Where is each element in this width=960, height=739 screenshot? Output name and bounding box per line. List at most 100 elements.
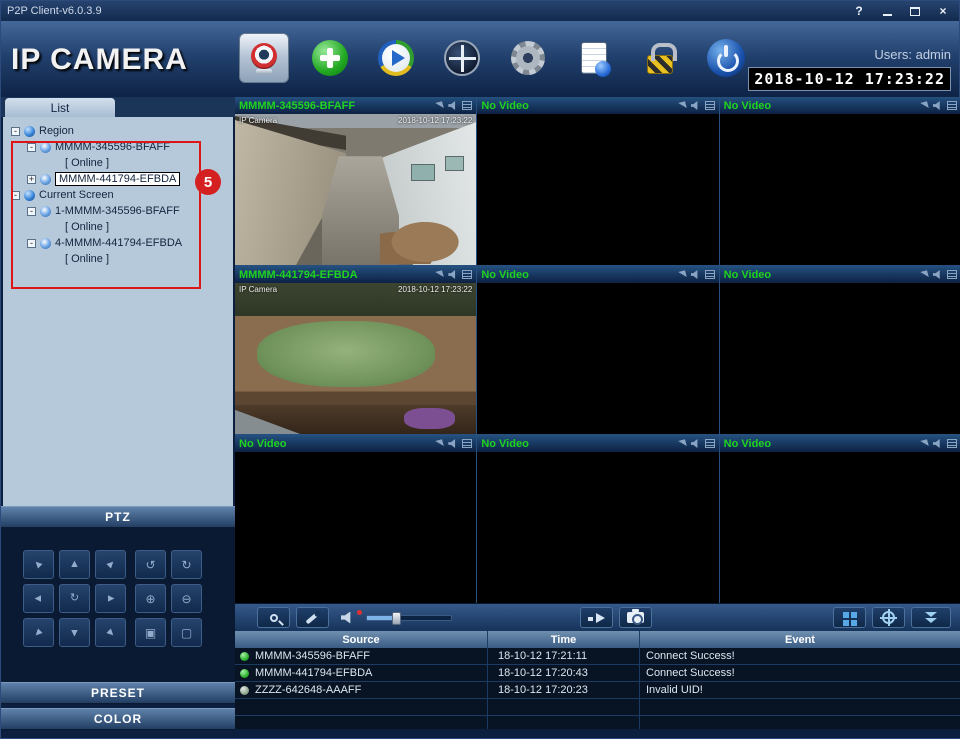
log-button[interactable] xyxy=(569,33,619,83)
close-button[interactable]: × xyxy=(933,4,953,19)
preset-section-header[interactable]: PRESET xyxy=(1,682,235,704)
ptz-right-button[interactable]: ▲ xyxy=(95,584,126,613)
zoom-out-button[interactable]: ⊖ xyxy=(171,584,202,613)
pointer-icon[interactable] xyxy=(678,270,687,279)
focus-far-button[interactable]: ▢ xyxy=(171,618,202,647)
playback-button[interactable] xyxy=(371,33,421,83)
panel-icon[interactable] xyxy=(705,270,715,279)
fullscreen-button[interactable] xyxy=(872,607,905,628)
video-cell-1[interactable]: MMMM-345596-BFAFF IP Camera 2018-10-12 1… xyxy=(235,97,476,265)
maximize-button[interactable] xyxy=(905,4,925,19)
video-cell-6[interactable]: No Video xyxy=(720,266,960,434)
pointer-icon[interactable] xyxy=(678,439,687,448)
panel-icon[interactable] xyxy=(947,101,957,110)
zoom-in-button[interactable]: ⊕ xyxy=(135,584,166,613)
speaker-icon[interactable] xyxy=(933,439,942,448)
users-label: Users: admin xyxy=(748,47,951,62)
focus-near-button[interactable]: ▣ xyxy=(135,618,166,647)
ptz-up-left-button[interactable]: ▲ xyxy=(23,550,54,579)
video-feed[interactable] xyxy=(477,114,718,265)
ptz-up-right-button[interactable]: ▲ xyxy=(95,550,126,579)
expand-toggle-icon[interactable]: - xyxy=(11,127,20,136)
expand-toggle-icon[interactable]: - xyxy=(11,191,20,200)
ptz-up-button[interactable]: ▲ xyxy=(59,550,90,579)
ptz-down-button[interactable]: ▲ xyxy=(59,618,90,647)
settings-button[interactable] xyxy=(503,33,553,83)
navigation-button[interactable] xyxy=(437,33,487,83)
video-feed[interactable]: IP Camera 2018-10-12 17:23:22 xyxy=(235,283,476,434)
video-cell-7[interactable]: No Video xyxy=(235,435,476,603)
minimize-button[interactable] xyxy=(877,4,897,19)
pointer-icon[interactable] xyxy=(436,270,445,279)
expand-toggle-icon[interactable]: + xyxy=(27,175,36,184)
pointer-icon[interactable] xyxy=(678,101,687,110)
pointer-icon[interactable] xyxy=(920,270,929,279)
pointer-icon[interactable] xyxy=(920,101,929,110)
pointer-icon[interactable] xyxy=(920,439,929,448)
lock-button[interactable] xyxy=(635,33,685,83)
pointer-icon[interactable] xyxy=(436,439,445,448)
speaker-icon[interactable] xyxy=(691,101,700,110)
volume-handle[interactable] xyxy=(392,612,401,625)
panel-icon[interactable] xyxy=(947,439,957,448)
video-cell-4[interactable]: MMMM-441794-EFBDA IP Camera 2018-10-12 1… xyxy=(235,266,476,434)
video-feed[interactable] xyxy=(477,283,718,434)
ptz-down-left-button[interactable]: ▲ xyxy=(23,618,54,647)
speaker-icon[interactable] xyxy=(933,270,942,279)
live-view-button[interactable] xyxy=(239,33,289,83)
event-message: Invalid UID! xyxy=(640,682,960,698)
tree-node-device[interactable]: - 1-MMMM-345596-BFAFF xyxy=(3,203,233,219)
color-section-header[interactable]: COLOR xyxy=(1,708,235,730)
power-button[interactable] xyxy=(701,33,751,83)
tree-node-label-selected[interactable]: MMMM-441794-EFBDA xyxy=(55,172,180,186)
expand-toggle-icon[interactable]: - xyxy=(27,143,36,152)
panel-icon[interactable] xyxy=(705,439,715,448)
pointer-icon[interactable] xyxy=(436,101,445,110)
video-feed[interactable] xyxy=(720,452,960,603)
speaker-icon[interactable] xyxy=(448,439,457,448)
video-feed[interactable] xyxy=(720,114,960,265)
ptz-section-header[interactable]: PTZ xyxy=(1,506,235,528)
video-cell-5[interactable]: No Video xyxy=(477,266,718,434)
speaker-icon[interactable] xyxy=(691,439,700,448)
panel-icon[interactable] xyxy=(705,101,715,110)
speaker-icon[interactable] xyxy=(933,101,942,110)
adjust-tool-button[interactable] xyxy=(296,607,329,628)
tree-node-device[interactable]: - MMMM-345596-BFAFF xyxy=(3,139,233,155)
video-feed[interactable] xyxy=(477,452,718,603)
iris-close-button[interactable]: ↻ xyxy=(171,550,202,579)
video-feed[interactable] xyxy=(720,283,960,434)
collapse-panel-button[interactable] xyxy=(911,607,951,628)
tab-list[interactable]: List xyxy=(5,98,115,117)
zoom-tool-button[interactable] xyxy=(257,607,290,628)
stream-switch-button[interactable] xyxy=(580,607,613,628)
rotate-cw-icon: ↻ xyxy=(181,558,191,572)
help-button[interactable]: ? xyxy=(849,4,869,19)
tree-node-region[interactable]: - Region xyxy=(3,123,233,139)
video-cell-8[interactable]: No Video xyxy=(477,435,718,603)
volume-slider[interactable] xyxy=(366,615,452,621)
ptz-auto-pan-button[interactable]: ↻ xyxy=(59,584,90,613)
speaker-icon[interactable] xyxy=(691,270,700,279)
snapshot-button[interactable] xyxy=(619,607,652,628)
panel-icon[interactable] xyxy=(462,439,472,448)
panel-icon[interactable] xyxy=(462,101,472,110)
video-cell-3[interactable]: No Video xyxy=(720,97,960,265)
panel-icon[interactable] xyxy=(462,270,472,279)
add-device-button[interactable] xyxy=(305,33,355,83)
iris-open-button[interactable]: ↺ xyxy=(135,550,166,579)
ptz-left-button[interactable]: ▲ xyxy=(23,584,54,613)
speaker-icon[interactable] xyxy=(448,270,457,279)
video-cell-9[interactable]: No Video xyxy=(720,435,960,603)
video-cell-2[interactable]: No Video xyxy=(477,97,718,265)
expand-toggle-icon[interactable]: - xyxy=(27,239,36,248)
expand-toggle-icon[interactable]: - xyxy=(27,207,36,216)
audio-icon[interactable] xyxy=(341,612,353,624)
ptz-down-right-button[interactable]: ▲ xyxy=(95,618,126,647)
panel-icon[interactable] xyxy=(947,270,957,279)
video-feed[interactable] xyxy=(235,452,476,603)
speaker-icon[interactable] xyxy=(448,101,457,110)
grid-layout-button[interactable] xyxy=(833,607,866,628)
video-feed[interactable]: IP Camera 2018-10-12 17:23:22 xyxy=(235,114,476,265)
tree-node-device[interactable]: - 4-MMMM-441794-EFBDA xyxy=(3,235,233,251)
